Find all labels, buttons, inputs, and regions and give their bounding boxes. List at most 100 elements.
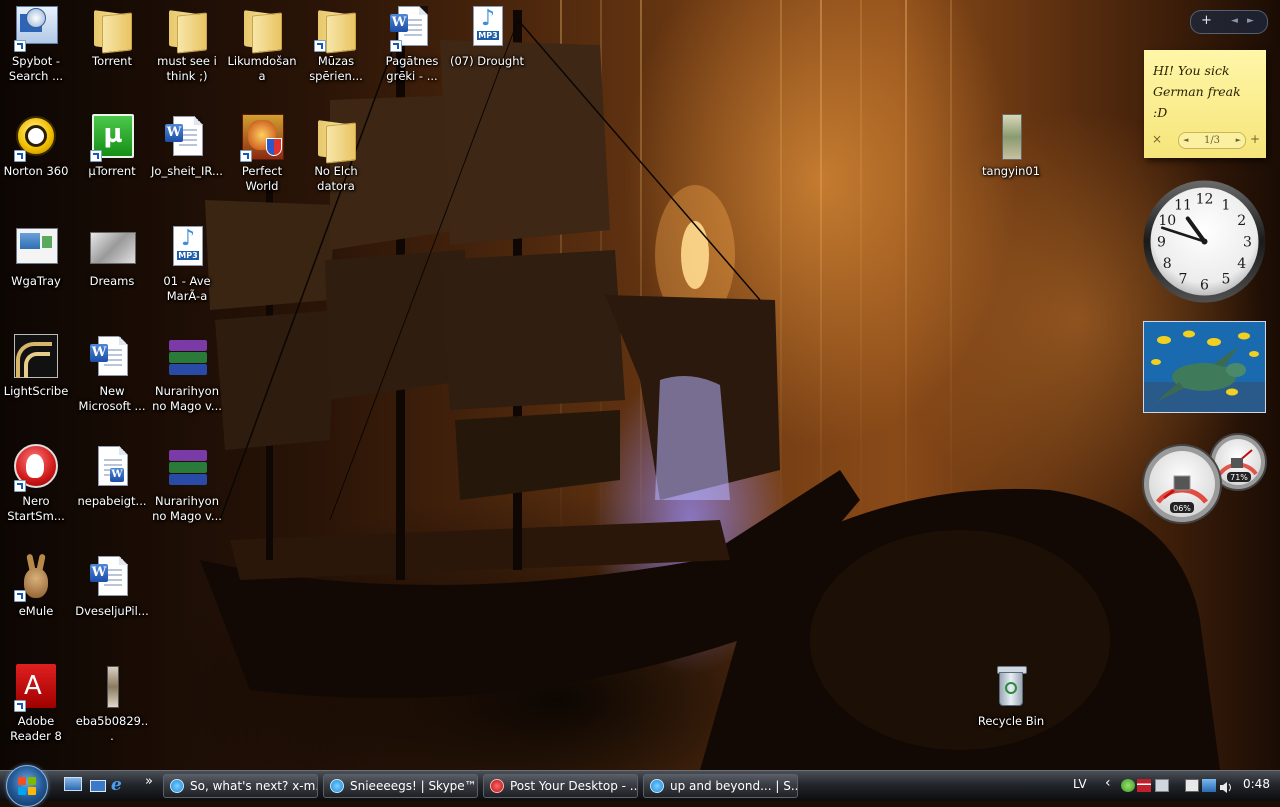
desktop-icon-pagatnes-greki[interactable]: W Pagātnes grēki - ... [374, 2, 450, 84]
icon-label: tangyin01 [981, 164, 1041, 178]
latvian-flag-icon[interactable] [1137, 779, 1151, 792]
desktop-icon-must-see-folder[interactable]: must see i think ;) [149, 2, 225, 84]
clock-number: 8 [1163, 256, 1172, 272]
desktop-icon-norton-360[interactable]: Norton 360 [0, 112, 74, 179]
safely-remove-hardware-icon[interactable] [1185, 779, 1199, 792]
desktop-icon-perfect-world[interactable]: Perfect World [224, 112, 300, 194]
desktop-icon-ave-maria[interactable]: ♪ MP3 01 - Ave MarÃ-a [149, 222, 225, 304]
icon-label: LightScribe [3, 384, 69, 398]
show-desktop-icon[interactable] [64, 777, 82, 793]
desktop-icon-07-drought[interactable]: ♪ MP3 (07) Drought [449, 2, 525, 69]
desktop-icon-dreams[interactable]: Dreams [74, 222, 150, 289]
desktop-icon-muzas-folder[interactable]: Mūzas spērien... [298, 2, 374, 84]
winrar-archive-icon [163, 444, 211, 492]
desktop-icon-spybot[interactable]: Spybot - Search ... [0, 2, 74, 84]
clock-gadget[interactable]: 12 1 2 3 4 5 6 7 8 9 10 11 [1142, 179, 1267, 304]
icon-label: eba5b0829... [75, 714, 149, 743]
spybot-icon [12, 4, 60, 52]
desktop-icon-torrent-folder[interactable]: Torrent [74, 2, 150, 69]
desktop-icon-likumdosana-folder[interactable]: Likumdošana [224, 2, 300, 84]
desktop-icon-new-microsoft-doc[interactable]: W New Microsoft ... [74, 332, 150, 414]
network-connection-icon[interactable] [1202, 779, 1216, 792]
recycle-bin-icon [987, 664, 1035, 712]
taskbar-item-skype-chat-1[interactable]: So, what's next? x-m... [163, 774, 318, 798]
switch-windows-icon[interactable] [88, 777, 106, 793]
desktop-icon-utorrent[interactable]: µ µTorrent [74, 112, 150, 179]
clock-number: 7 [1179, 272, 1188, 288]
icon-label: Recycle Bin [977, 714, 1045, 728]
desktop-icon-tangyin01[interactable]: tangyin01 [973, 112, 1049, 179]
note-pager: ◄ 1/3 ► [1178, 132, 1246, 149]
note-page-indicator: 1/3 [1203, 135, 1221, 146]
desktop-icon-lightscribe[interactable]: LightScribe [0, 332, 74, 399]
show-hidden-icons-button[interactable]: ‹ [1105, 775, 1111, 791]
start-button[interactable] [6, 765, 48, 807]
clock-number: 3 [1243, 235, 1252, 251]
adobe-reader-icon: A [12, 664, 60, 712]
desktop-icon-wgatray[interactable]: WgaTray [0, 222, 74, 289]
clock-number: 4 [1237, 256, 1246, 272]
desktop-icon-nurarihyon-2[interactable]: Nurarihyon no Mago v... [149, 442, 225, 524]
utorrent-icon: µ [88, 114, 136, 162]
desktop-icon-adobe-reader[interactable]: A Adobe Reader 8 [0, 662, 74, 744]
add-gadget-button[interactable]: + [1201, 13, 1212, 28]
skype-icon [650, 779, 664, 793]
icon-label: Nurarihyon no Mago v... [152, 384, 222, 413]
word-document-icon: W [388, 4, 436, 52]
taskbar-item-opera[interactable]: Post Your Desktop - ... [483, 774, 638, 798]
taskbar: e » So, what's next? x-m... Snieeeegs! |… [0, 765, 1280, 807]
folder-icon [163, 4, 211, 54]
desktop-icon-jo-sheit-ir[interactable]: W Jo_sheit_IR... [149, 112, 225, 179]
cpu-meter-gadget[interactable]: 71% 06% [1140, 432, 1268, 524]
notes-gadget[interactable]: HI! You sick German freak :D × ◄ 1/3 ► + [1144, 50, 1266, 158]
icon-label: Pagātnes grēki - ... [385, 54, 439, 83]
quick-launch-overflow-icon[interactable]: » [145, 774, 153, 789]
taskbar-item-skype-chat-3[interactable]: up and beyond... | S... [643, 774, 798, 798]
desktop-icon-nurarihyon-1[interactable]: Nurarihyon no Mago v... [149, 332, 225, 414]
clock-number: 10 [1158, 213, 1176, 229]
taskbar-item-label: Post Your Desktop - ... [510, 779, 638, 793]
network-status-icon[interactable] [1121, 779, 1135, 792]
icon-label: DveseljuPil... [75, 604, 149, 618]
desktop-icon-dveseljupil[interactable]: W DveseljuPil... [74, 552, 150, 619]
add-note-button[interactable]: + [1250, 132, 1260, 146]
icon-label: Torrent [92, 54, 132, 68]
icon-label: Dreams [89, 274, 135, 288]
icon-label: Nurarihyon no Mago v... [152, 494, 222, 523]
perfect-world-icon [238, 114, 286, 162]
gadget-prev-button[interactable]: ◄ [1231, 16, 1238, 26]
memory-usage-readout: 71% [1230, 473, 1248, 482]
volume-icon[interactable] [1219, 779, 1233, 793]
clock-number: 6 [1200, 278, 1209, 294]
system-tray: LV ‹ 0:48 [1065, 771, 1280, 801]
taskbar-clock[interactable]: 0:48 [1243, 777, 1270, 791]
sea-turtle-photo [1144, 322, 1265, 412]
cpu-usage-readout: 06% [1173, 504, 1191, 513]
internet-explorer-icon[interactable]: e [111, 777, 129, 794]
slideshow-gadget[interactable] [1143, 321, 1266, 413]
word-document-icon: W [88, 444, 136, 492]
display-icon[interactable] [1155, 779, 1169, 792]
desktop-icon-eba5b0829[interactable]: eba5b0829... [74, 662, 150, 744]
taskbar-item-skype-chat-2[interactable]: Snieeeegs! | Skype™ ... [323, 774, 478, 798]
clock-number: 2 [1237, 213, 1246, 229]
desktop-icon-nero-startsmart[interactable]: Nero StartSm... [0, 442, 74, 524]
prev-note-icon[interactable]: ◄ [1183, 133, 1188, 148]
next-note-icon[interactable]: ► [1236, 133, 1241, 148]
sidebar-gadget-controls: + ◄ ► [1190, 10, 1268, 34]
desktop-icon-recycle-bin[interactable]: Recycle Bin [973, 662, 1049, 729]
language-indicator[interactable]: LV [1073, 777, 1087, 791]
delete-note-button[interactable]: × [1152, 132, 1162, 146]
word-document-icon: W [88, 554, 136, 602]
desktop-icon-no-elch-datora-folder[interactable]: No Elch datora [298, 112, 374, 194]
desktop-icon-nepabeigt[interactable]: W nepabeigt... [74, 442, 150, 509]
icon-label: Nero StartSm... [7, 494, 65, 523]
note-text[interactable]: HI! You sick German freak :D [1153, 60, 1257, 123]
windows-logo-icon [18, 777, 36, 795]
clock-number: 1 [1222, 197, 1231, 213]
notes-controls: × ◄ 1/3 ► + [1152, 132, 1260, 149]
gadget-next-button[interactable]: ► [1247, 16, 1254, 26]
clock-number: 5 [1222, 272, 1231, 288]
wgatray-icon [12, 224, 60, 272]
desktop-icon-emule[interactable]: eMule [0, 552, 74, 619]
